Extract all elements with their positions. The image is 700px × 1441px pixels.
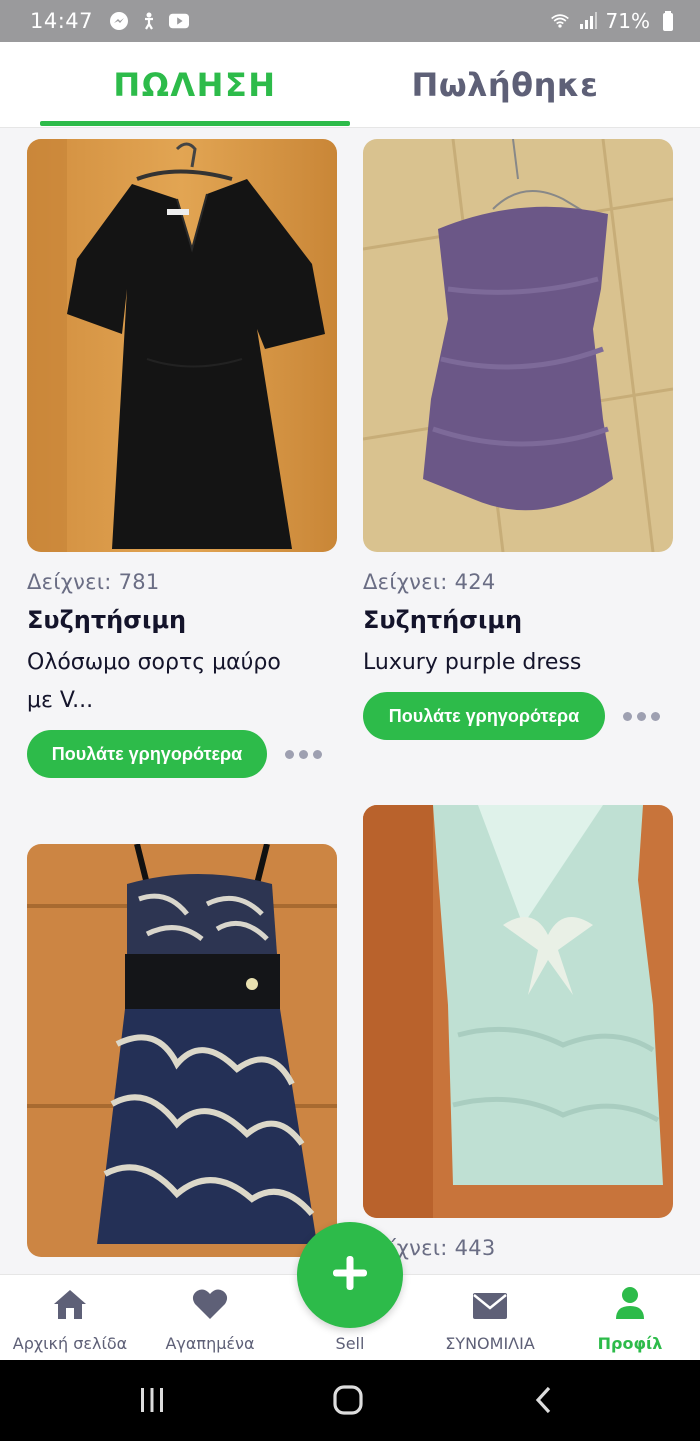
nav-messages[interactable]: ΣΥΝΟΜΙΛΙΑ — [420, 1275, 560, 1361]
battery-icon — [658, 11, 678, 31]
view-count: Δείχνει: 443 — [363, 1236, 496, 1260]
system-navigation-bar — [0, 1360, 700, 1441]
active-tab-indicator — [40, 121, 350, 126]
listing-title[interactable]: Luxury purple dress — [363, 644, 673, 682]
view-count: Δείχνει: 781 — [27, 570, 160, 594]
listing-title-line: Ολόσωμο σορτς μαύρο — [27, 650, 281, 675]
nav-home[interactable]: Αρχική σελίδα — [0, 1275, 140, 1361]
nav-sell-label: Sell — [335, 1334, 365, 1353]
home-circle-icon[interactable] — [318, 1380, 378, 1420]
listing-card[interactable]: Δείχνει: 781 Συζητήσιμη Ολόσωμο σορτς μα… — [27, 139, 337, 778]
tab-for-sale[interactable]: ΠΩΛΗΣΗ — [40, 42, 350, 128]
nav-profile[interactable]: Προφίλ — [560, 1275, 700, 1361]
messenger-icon — [109, 11, 129, 31]
black-dress-photo[interactable] — [27, 139, 337, 552]
youtube-icon — [169, 11, 190, 31]
plus-icon — [331, 1254, 369, 1296]
listing-card[interactable]: Δείχνει: 443 — [363, 805, 673, 1260]
wifi-icon — [550, 11, 570, 31]
view-count: Δείχνει: 424 — [363, 570, 496, 594]
status-time: 14:47 — [30, 9, 94, 33]
battery-percent: 71% — [605, 9, 650, 33]
back-icon[interactable] — [514, 1380, 574, 1420]
nav-messages-label: ΣΥΝΟΜΙΛΙΑ — [445, 1334, 535, 1353]
sell-fab-button[interactable] — [297, 1222, 403, 1328]
profile-icon — [614, 1286, 646, 1324]
negotiable-badge: Συζητήσιμη — [27, 606, 187, 634]
home-icon — [53, 1288, 87, 1324]
sell-faster-button[interactable]: Πουλάτε γρηγορότερα — [27, 730, 267, 778]
heart-icon — [192, 1288, 228, 1324]
listing-title-line: Luxury purple dress — [363, 650, 582, 675]
sell-faster-button[interactable]: Πουλάτε γρηγορότερα — [363, 692, 605, 740]
accessibility-icon — [139, 11, 159, 31]
negotiable-badge: Συζητήσιμη — [363, 606, 523, 634]
recents-icon[interactable] — [122, 1380, 182, 1420]
mint-lace-dress-photo[interactable] — [363, 805, 673, 1218]
notification-icons — [109, 11, 190, 31]
mail-icon — [472, 1292, 508, 1324]
listing-card[interactable] — [27, 844, 337, 1257]
card-actions: Πουλάτε γρηγορότερα — [363, 692, 673, 740]
listing-title[interactable]: Ολόσωμο σορτς μαύρο με V... — [27, 644, 337, 720]
nav-favorites-label: Αγαπημένα — [165, 1334, 255, 1353]
nav-home-label: Αρχική σελίδα — [12, 1334, 128, 1353]
listings-grid[interactable]: Δείχνει: 781 Συζητήσιμη Ολόσωμο σορτς μα… — [0, 128, 700, 1274]
signal-icon — [578, 11, 598, 31]
listing-title-line: με V... — [27, 688, 94, 713]
listing-card[interactable]: Δείχνει: 424 Συζητήσιμη Luxury purple dr… — [363, 139, 673, 740]
more-options-icon[interactable] — [281, 742, 326, 767]
listing-tabs: ΠΩΛΗΣΗ Πωλήθηκε — [0, 42, 700, 128]
purple-dress-photo[interactable] — [363, 139, 673, 552]
lace-dress-photo[interactable] — [27, 844, 337, 1257]
tab-sold[interactable]: Πωλήθηκε — [360, 42, 650, 128]
nav-favorites[interactable]: Αγαπημένα — [140, 1275, 280, 1361]
status-bar: 14:47 71% — [0, 0, 700, 42]
status-right: 71% — [550, 9, 678, 33]
card-actions: Πουλάτε γρηγορότερα — [27, 730, 337, 778]
more-options-icon[interactable] — [619, 704, 664, 729]
nav-profile-label: Προφίλ — [597, 1334, 663, 1353]
